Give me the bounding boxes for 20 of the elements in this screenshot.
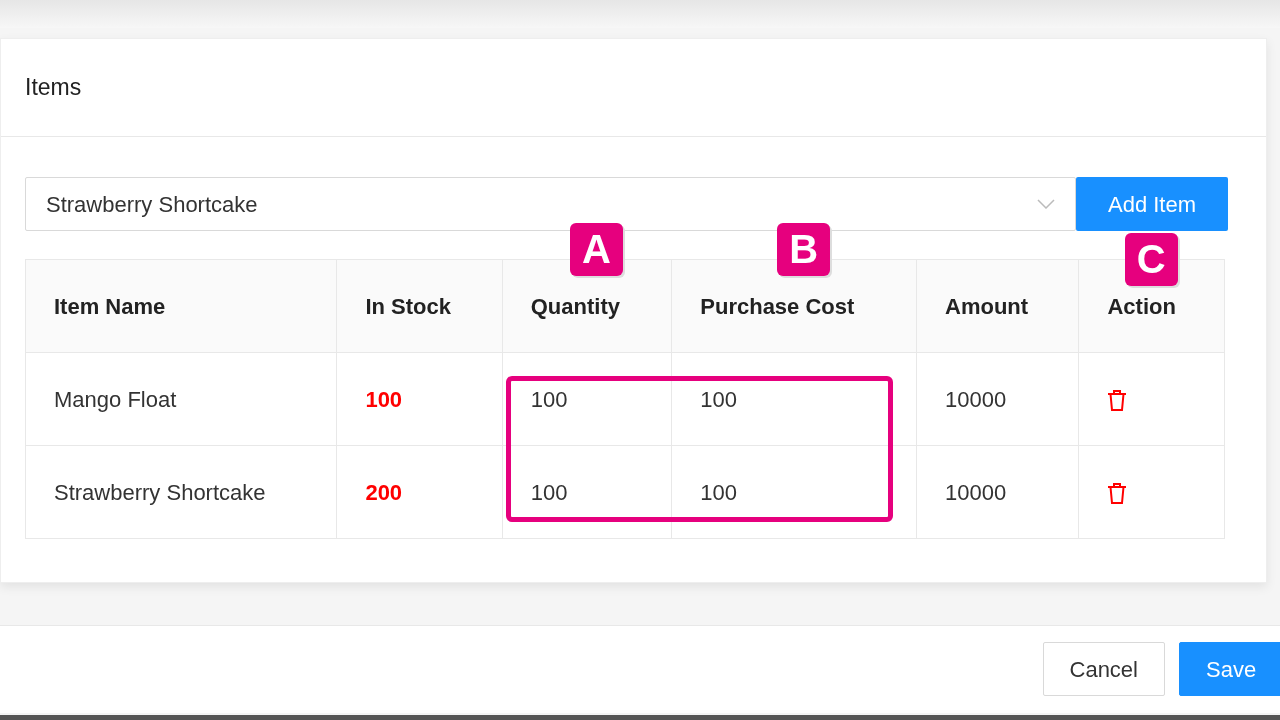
column-header: In Stock — [336, 259, 503, 353]
table-cell: 200 — [336, 445, 503, 539]
table-cell: Strawberry Shortcake — [25, 445, 337, 539]
trash-icon[interactable] — [1107, 389, 1128, 413]
table-cell: 100 — [336, 352, 503, 446]
column-header: Item Name — [25, 259, 337, 353]
card-title: Items — [25, 73, 82, 102]
table-cell: Mango Float — [25, 352, 337, 446]
item-select[interactable]: Strawberry Shortcake — [25, 177, 1076, 231]
trash-icon[interactable] — [1107, 482, 1128, 506]
table-cell: 10000 — [916, 445, 1079, 539]
column-header: Amount — [916, 259, 1079, 353]
table-cell: 100 — [502, 352, 672, 446]
chevron-down-icon — [1037, 199, 1055, 209]
table-cell: 100 — [671, 352, 917, 446]
table-cell: 10000 — [916, 352, 1079, 446]
table-cell: 100 — [502, 445, 672, 539]
cancel-button[interactable]: Cancel — [1042, 642, 1165, 696]
table-cell: 100 — [671, 445, 917, 539]
callout-label: C — [1124, 232, 1178, 286]
